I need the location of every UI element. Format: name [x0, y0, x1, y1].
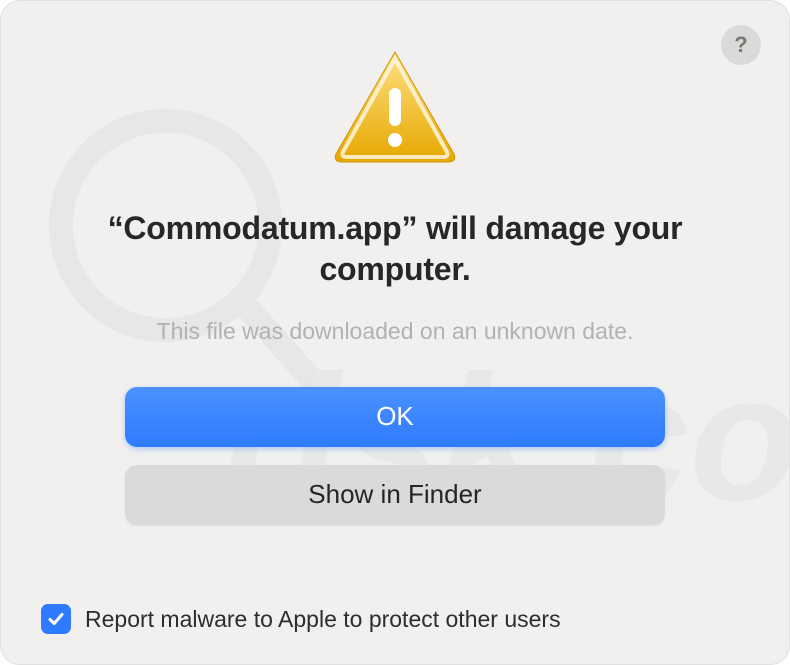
show-in-finder-button[interactable]: Show in Finder — [125, 465, 665, 525]
report-malware-checkbox[interactable]: Report malware to Apple to protect other… — [41, 604, 561, 634]
checkbox-label: Report malware to Apple to protect other… — [85, 606, 561, 633]
alert-dialog: risk.com ? “Commodatum.app” will damage … — [0, 0, 790, 665]
warning-icon — [330, 46, 460, 166]
dialog-headline: “Commodatum.app” will damage your comput… — [85, 208, 705, 290]
dialog-content: “Commodatum.app” will damage your comput… — [1, 1, 789, 597]
ok-button[interactable]: OK — [125, 387, 665, 447]
checkmark-icon — [46, 609, 66, 629]
button-stack: OK Show in Finder — [125, 387, 665, 525]
checkbox-box — [41, 604, 71, 634]
dialog-subtext: This file was downloaded on an unknown d… — [157, 318, 634, 345]
